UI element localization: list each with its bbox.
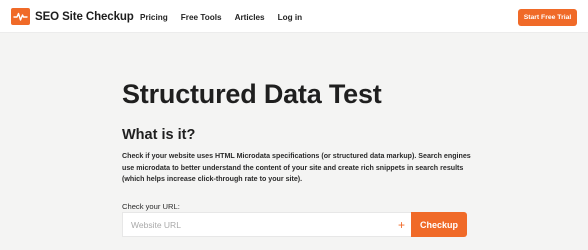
start-free-trial-button[interactable]: Start Free Trial: [518, 9, 577, 26]
logo-text: SEO Site Checkup: [35, 10, 134, 23]
checkup-button[interactable]: Checkup: [411, 212, 467, 237]
nav-link-pricing[interactable]: Pricing: [140, 13, 168, 22]
tool-description: Check if your website uses HTML Microdat…: [122, 152, 471, 183]
url-input-container: +: [122, 212, 411, 237]
nav-link-free-tools[interactable]: Free Tools: [181, 13, 222, 22]
nav-link-articles[interactable]: Articles: [235, 13, 265, 22]
page-title: Structured Data Test: [122, 79, 382, 109]
logo[interactable]: SEO Site Checkup: [11, 8, 134, 25]
plus-icon[interactable]: +: [398, 218, 405, 232]
top-navigation-bar: SEO Site Checkup Pricing Free Tools Arti…: [0, 0, 588, 33]
main-nav: Pricing Free Tools Articles Log in: [140, 13, 302, 22]
url-input[interactable]: [123, 213, 383, 236]
url-field-label: Check your URL:: [122, 202, 180, 211]
section-title: What is it?: [122, 127, 196, 143]
nav-link-log-in[interactable]: Log in: [278, 13, 303, 22]
pulse-monitor-icon: [11, 8, 30, 25]
